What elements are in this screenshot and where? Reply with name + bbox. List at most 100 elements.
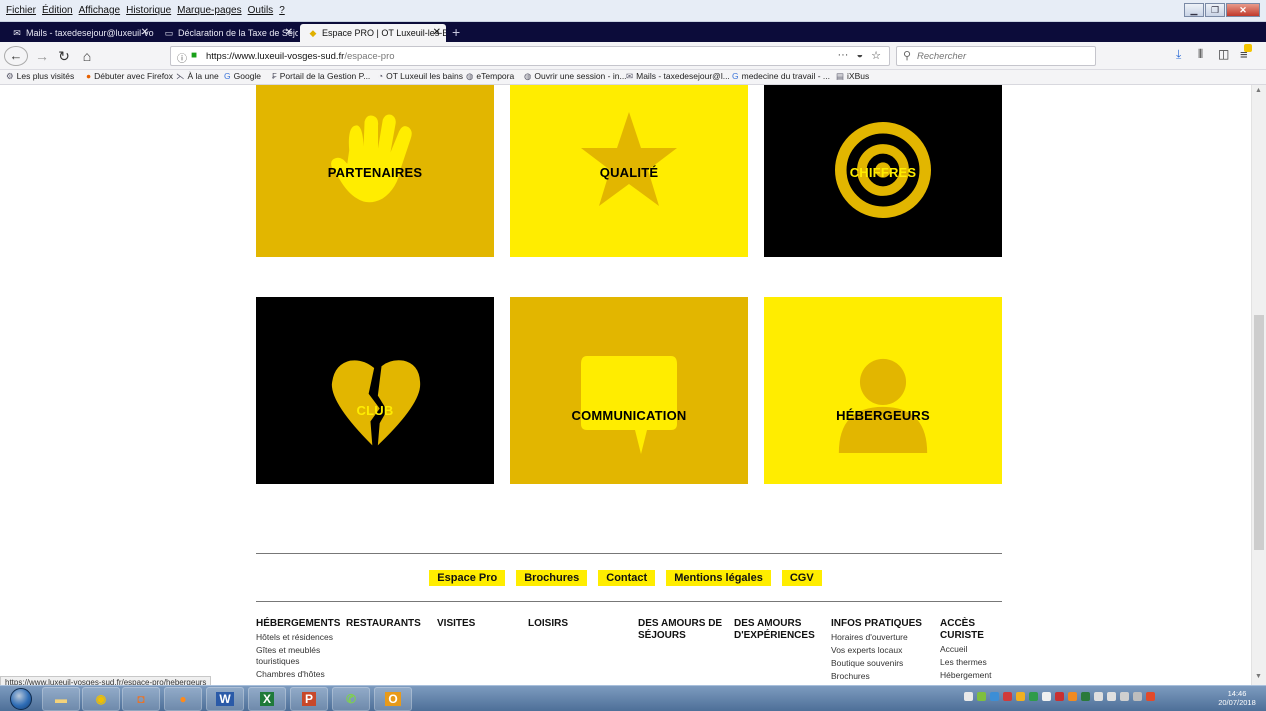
- maximize-button[interactable]: ❐: [1205, 3, 1225, 17]
- bookmark-item[interactable]: Gmedecine du travail - ...: [732, 71, 830, 81]
- menu-edition[interactable]: Édition: [42, 5, 73, 16]
- network-icon[interactable]: [1133, 692, 1142, 701]
- explorer-icon[interactable]: ▬: [42, 687, 80, 711]
- clock[interactable]: 14:46 20/07/2018: [1212, 689, 1262, 707]
- info-icon[interactable]: ⓘ: [177, 50, 187, 65]
- menu-affichage[interactable]: Affichage: [79, 5, 121, 16]
- download-icon[interactable]: ⤓: [1176, 47, 1181, 62]
- menu-aide[interactable]: ?: [279, 5, 285, 16]
- library-icon[interactable]: ⫴: [1198, 47, 1203, 62]
- footer-heading[interactable]: DES AMOURS DE SÉJOURS: [638, 618, 726, 642]
- menu-historique[interactable]: Historique: [126, 5, 171, 16]
- footer-item[interactable]: Gîtes et meublés touristiques: [256, 645, 344, 667]
- tray-icon[interactable]: [1042, 692, 1051, 701]
- tab-declaration[interactable]: ▭ Déclaration de la Taxe de Séjou ✕: [156, 24, 298, 42]
- tile-qualite[interactable]: QUALITÉ: [510, 85, 748, 257]
- tray-icon[interactable]: [1146, 692, 1155, 701]
- bookmark-item[interactable]: ◔ OT Luxeuil les bains: [378, 71, 463, 81]
- pocket-icon[interactable]: ◒: [856, 49, 863, 62]
- new-tab-icon[interactable]: +: [452, 24, 460, 40]
- firefox-icon[interactable]: ●: [164, 687, 202, 711]
- bookmark-item[interactable]: ₣ Portail de la Gestion P...: [272, 71, 370, 81]
- tab-espace-pro[interactable]: ◆ Espace PRO | OT Luxeuil-les-Ba ✕: [300, 24, 446, 42]
- tile-communication[interactable]: COMMUNICATION: [510, 297, 748, 484]
- minimize-button[interactable]: ▁: [1184, 3, 1204, 17]
- scrollbar-thumb[interactable]: [1254, 315, 1264, 550]
- footer-heading[interactable]: HÉBERGEMENTS: [256, 618, 344, 630]
- footer-link-mentions-legales[interactable]: Mentions légales: [666, 570, 771, 586]
- hamburger-menu-icon[interactable]: ≡: [1240, 44, 1252, 62]
- search-input[interactable]: [917, 48, 1087, 64]
- close-tab-icon[interactable]: ✕: [141, 24, 149, 42]
- outlook-icon[interactable]: O: [374, 687, 412, 711]
- scroll-down-icon[interactable]: ▼: [1255, 673, 1262, 680]
- excel-icon[interactable]: X: [248, 687, 286, 711]
- bookmark-star-icon[interactable]: ☆: [871, 49, 881, 62]
- tray-icon[interactable]: [1029, 692, 1038, 701]
- footer-item[interactable]: Les thermes: [940, 657, 1010, 668]
- tray-icon[interactable]: [1068, 692, 1077, 701]
- bookmark-item[interactable]: ◍ Ouvrir une session - in...: [524, 71, 627, 82]
- menu-marque-pages[interactable]: Marque-pages: [177, 5, 241, 16]
- reload-icon[interactable]: ↻: [56, 46, 72, 66]
- office-icon[interactable]: ◘: [122, 687, 160, 711]
- back-icon[interactable]: ←: [4, 46, 28, 66]
- tile-partenaires[interactable]: PARTENAIRES: [256, 85, 494, 257]
- tray-icon[interactable]: [977, 692, 986, 701]
- tray-icon[interactable]: [1016, 692, 1025, 701]
- close-tab-icon[interactable]: ✕: [433, 24, 441, 42]
- volume-icon[interactable]: [1120, 692, 1129, 701]
- bookmark-item[interactable]: ◍ eTempora: [466, 71, 514, 82]
- footer-item[interactable]: Boutique souvenirs: [831, 658, 933, 669]
- close-window-button[interactable]: ✕: [1226, 3, 1260, 17]
- footer-item[interactable]: Vos experts locaux: [831, 645, 933, 656]
- menu-fichier[interactable]: Fichier: [6, 5, 36, 16]
- home-icon[interactable]: ⌂: [78, 46, 96, 66]
- footer-link-cgv[interactable]: CGV: [781, 570, 822, 586]
- tab-mails[interactable]: ✉ Mails - taxedesejour@luxeuil-vo ✕: [4, 24, 154, 42]
- bookmark-item[interactable]: G Google: [224, 71, 261, 81]
- tray-icon[interactable]: [1081, 692, 1090, 701]
- tile-club[interactable]: CLUB: [256, 297, 494, 484]
- tray-icon[interactable]: [1003, 692, 1012, 701]
- forward-icon[interactable]: →: [34, 46, 50, 66]
- tray-icon[interactable]: [964, 692, 973, 701]
- footer-heading[interactable]: DES AMOURS D'EXPÉRIENCES: [734, 618, 822, 642]
- bookmark-item[interactable]: ⋋ À la une: [176, 71, 219, 82]
- bookmark-item[interactable]: ▤ iXBus: [836, 71, 869, 82]
- sidebar-icon[interactable]: ◫: [1218, 47, 1229, 61]
- footer-item[interactable]: Accueil: [940, 644, 1010, 655]
- start-button[interactable]: [10, 688, 32, 710]
- skype-icon[interactable]: ✆: [332, 687, 370, 711]
- bookmark-item[interactable]: ⚙ Les plus visités: [6, 71, 74, 82]
- footer-heading[interactable]: VISITES: [437, 618, 497, 630]
- footer-item[interactable]: Chambres d'hôtes: [256, 669, 344, 680]
- footer-item[interactable]: Horaires d'ouverture: [831, 632, 933, 643]
- page-actions-icon[interactable]: ···: [837, 49, 848, 62]
- footer-link-brochures[interactable]: Brochures: [516, 570, 588, 586]
- footer-heading[interactable]: RESTAURANTS: [346, 618, 428, 630]
- powerpoint-icon[interactable]: P: [290, 687, 328, 711]
- flag-icon[interactable]: [1107, 692, 1116, 701]
- footer-link-espace-pro[interactable]: Espace Pro: [429, 570, 506, 586]
- search-bar[interactable]: ⚲: [896, 46, 1096, 66]
- bookmark-item[interactable]: ● Débuter avec Firefox: [86, 71, 173, 81]
- chrome-icon[interactable]: ◉: [82, 687, 120, 711]
- vertical-scrollbar[interactable]: ▲ ▼: [1251, 85, 1266, 685]
- url-bar[interactable]: ⓘ ■ https://www.luxeuil-vosges-sud.fr/es…: [170, 46, 890, 66]
- word-icon[interactable]: W: [206, 687, 244, 711]
- footer-item[interactable]: Brochures: [831, 671, 933, 682]
- tray-icon[interactable]: [1094, 692, 1103, 701]
- tile-chiffres[interactable]: CHIFFRES: [764, 85, 1002, 257]
- scroll-up-icon[interactable]: ▲: [1255, 87, 1262, 94]
- footer-item[interactable]: Hébergement: [940, 670, 1010, 681]
- footer-item[interactable]: Hôtels et résidences: [256, 632, 344, 643]
- tray-icon[interactable]: [1055, 692, 1064, 701]
- bookmark-item[interactable]: ✉ Mails - taxedesejour@l...: [626, 71, 730, 82]
- footer-heading[interactable]: LOISIRS: [528, 618, 588, 630]
- tray-icon[interactable]: [990, 692, 999, 701]
- tile-hebergeurs[interactable]: HÉBERGEURS: [764, 297, 1002, 484]
- footer-heading[interactable]: INFOS PRATIQUES: [831, 618, 933, 630]
- close-tab-icon[interactable]: ✕: [285, 24, 293, 42]
- footer-heading[interactable]: ACCÈS CURISTE: [940, 618, 1010, 642]
